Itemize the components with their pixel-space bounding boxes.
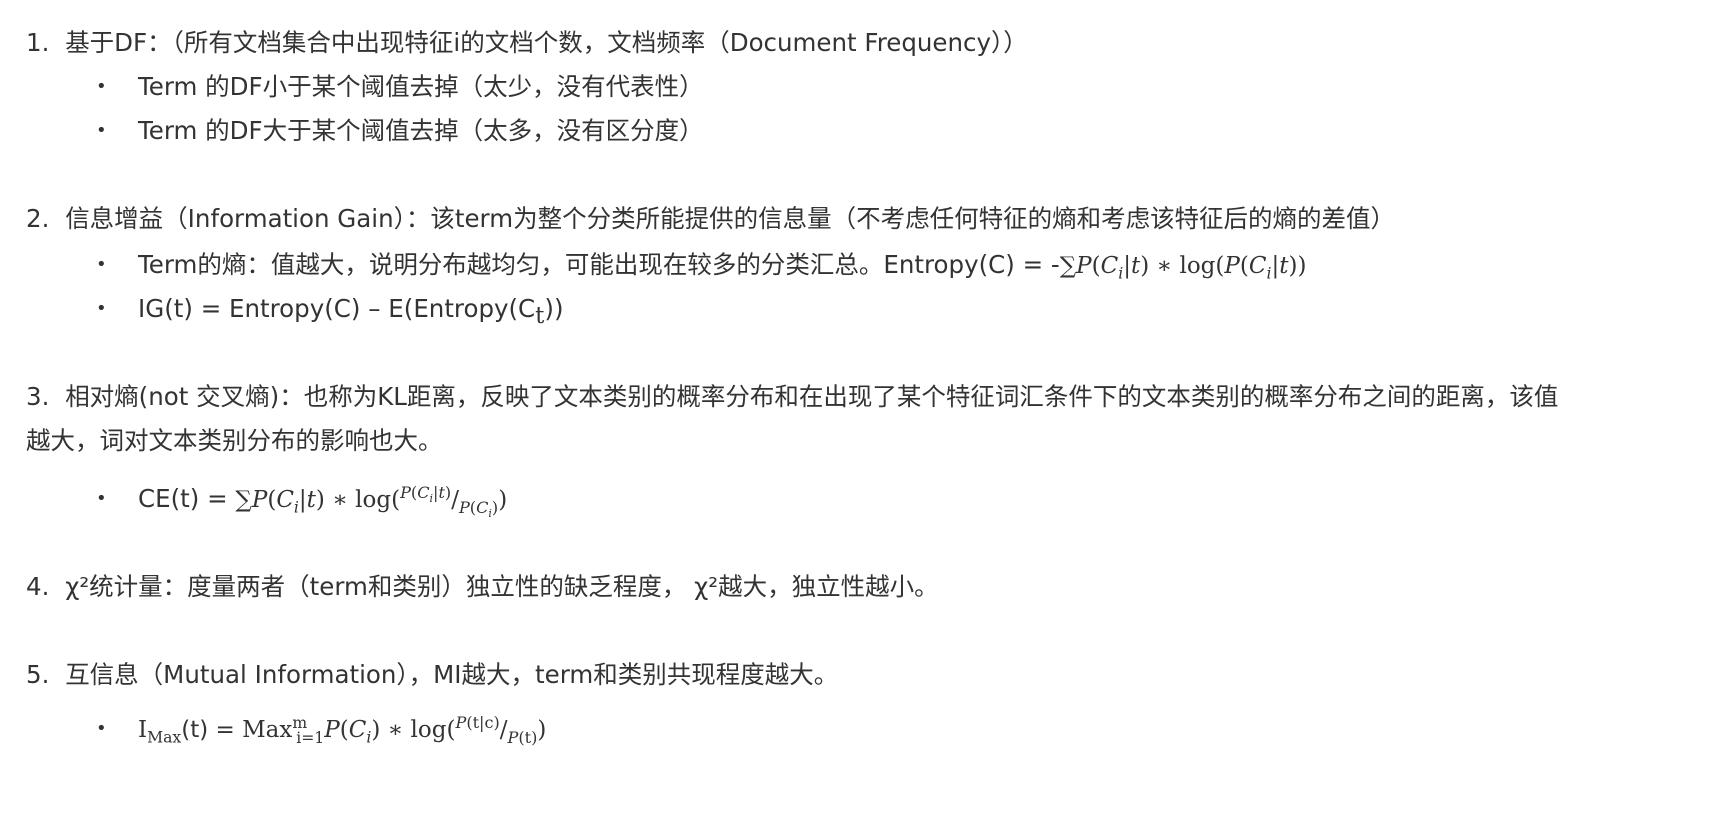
item-text-line1: 相对熵(not 交叉熵)：也称为KL距离，反映了文本类别的概率分布和在出现了某个… <box>65 382 1559 411</box>
item-number: 3. <box>26 382 50 411</box>
item-text: 基于DF：（所有文档集合中出现特征i的文档个数，文档频率（Document Fr… <box>65 28 1028 57</box>
bullet-dot-icon: • <box>96 76 107 97</box>
ce-formula: ∑P(Ci|t) ∗ log(P(Ci|t)/P(Ci)) <box>235 483 508 520</box>
bullet-text: Term 的DF大于某个阈值去掉（太多，没有区分度） <box>138 116 704 145</box>
bullet-text: CE(t) = ∑P(Ci|t) ∗ log(P(Ci|t)/P(Ci)) <box>138 482 507 519</box>
item-text: 互信息（Mutual Information），MI越大，term和类别共现程度… <box>65 660 839 689</box>
list-item-1: 1. 基于DF：（所有文档集合中出现特征i的文档个数，文档频率（Document… <box>26 26 1028 60</box>
list-item-3: 3. 相对熵(not 交叉熵)：也称为KL距离，反映了文本类别的概率分布和在出现… <box>26 380 1558 414</box>
bullet-text-prefix: Term的熵：值越大，说明分布越均匀，可能出现在较多的分类汇总。Entropy(… <box>138 250 1060 279</box>
item-text-line2: 越大，词对文本类别分布的影响也大。 <box>26 426 443 455</box>
item-number: 1. <box>26 28 50 57</box>
bullet-text: Term 的DF小于某个阈值去掉（太少，没有代表性） <box>138 72 704 101</box>
ce-formula-prefix: CE(t) = <box>138 484 236 513</box>
entropy-formula: ∑P(Ci|t) ∗ log(P(Ci|t)) <box>1059 253 1307 283</box>
item-text: 信息增益（Information Gain）：该term为整个分类所能提供的信息… <box>65 204 1396 233</box>
list-item-3-continuation: 越大，词对文本类别分布的影响也大。 <box>26 424 443 458</box>
list-item-5: 5. 互信息（Mutual Information），MI越大，term和类别共… <box>26 658 838 692</box>
bullet-text: IG(t) = Entropy(C) – E(Entropy(Ct)) <box>138 294 564 329</box>
bullet-text: Term的熵：值越大，说明分布越均匀，可能出现在较多的分类汇总。Entropy(… <box>138 248 1306 283</box>
ig-formula-prefix: IG(t) = Entropy(C) – E(Entropy(C <box>138 294 536 323</box>
mi-formula-prefix: I <box>138 717 148 743</box>
bullet-dot-icon: • <box>96 488 107 509</box>
ig-formula-subscript: t <box>535 302 545 329</box>
item-number: 4. <box>26 572 50 601</box>
bullet-dot-icon: • <box>96 254 107 275</box>
bullet-dot-icon: • <box>96 120 107 141</box>
list-item-4: 4. χ²统计量：度量两者（term和类别）独立性的缺乏程度， χ²越大，独立性… <box>26 570 939 604</box>
item-number: 2. <box>26 204 50 233</box>
item-number: 5. <box>26 660 50 689</box>
item-text: χ²统计量：度量两者（term和类别）独立性的缺乏程度， χ²越大，独立性越小。 <box>65 572 939 601</box>
bullet-dot-icon: • <box>96 718 107 739</box>
mi-formula: Max(t) = Maxmi=1P(Ci) ∗ log(P(t|c)/P(t)) <box>147 713 547 747</box>
bullet-dot-icon: • <box>96 298 107 319</box>
bullet-text: IMax(t) = Maxmi=1P(Ci) ∗ log(P(t|c)/P(t)… <box>138 712 546 749</box>
list-item-2: 2. 信息增益（Information Gain）：该term为整个分类所能提供… <box>26 202 1395 236</box>
